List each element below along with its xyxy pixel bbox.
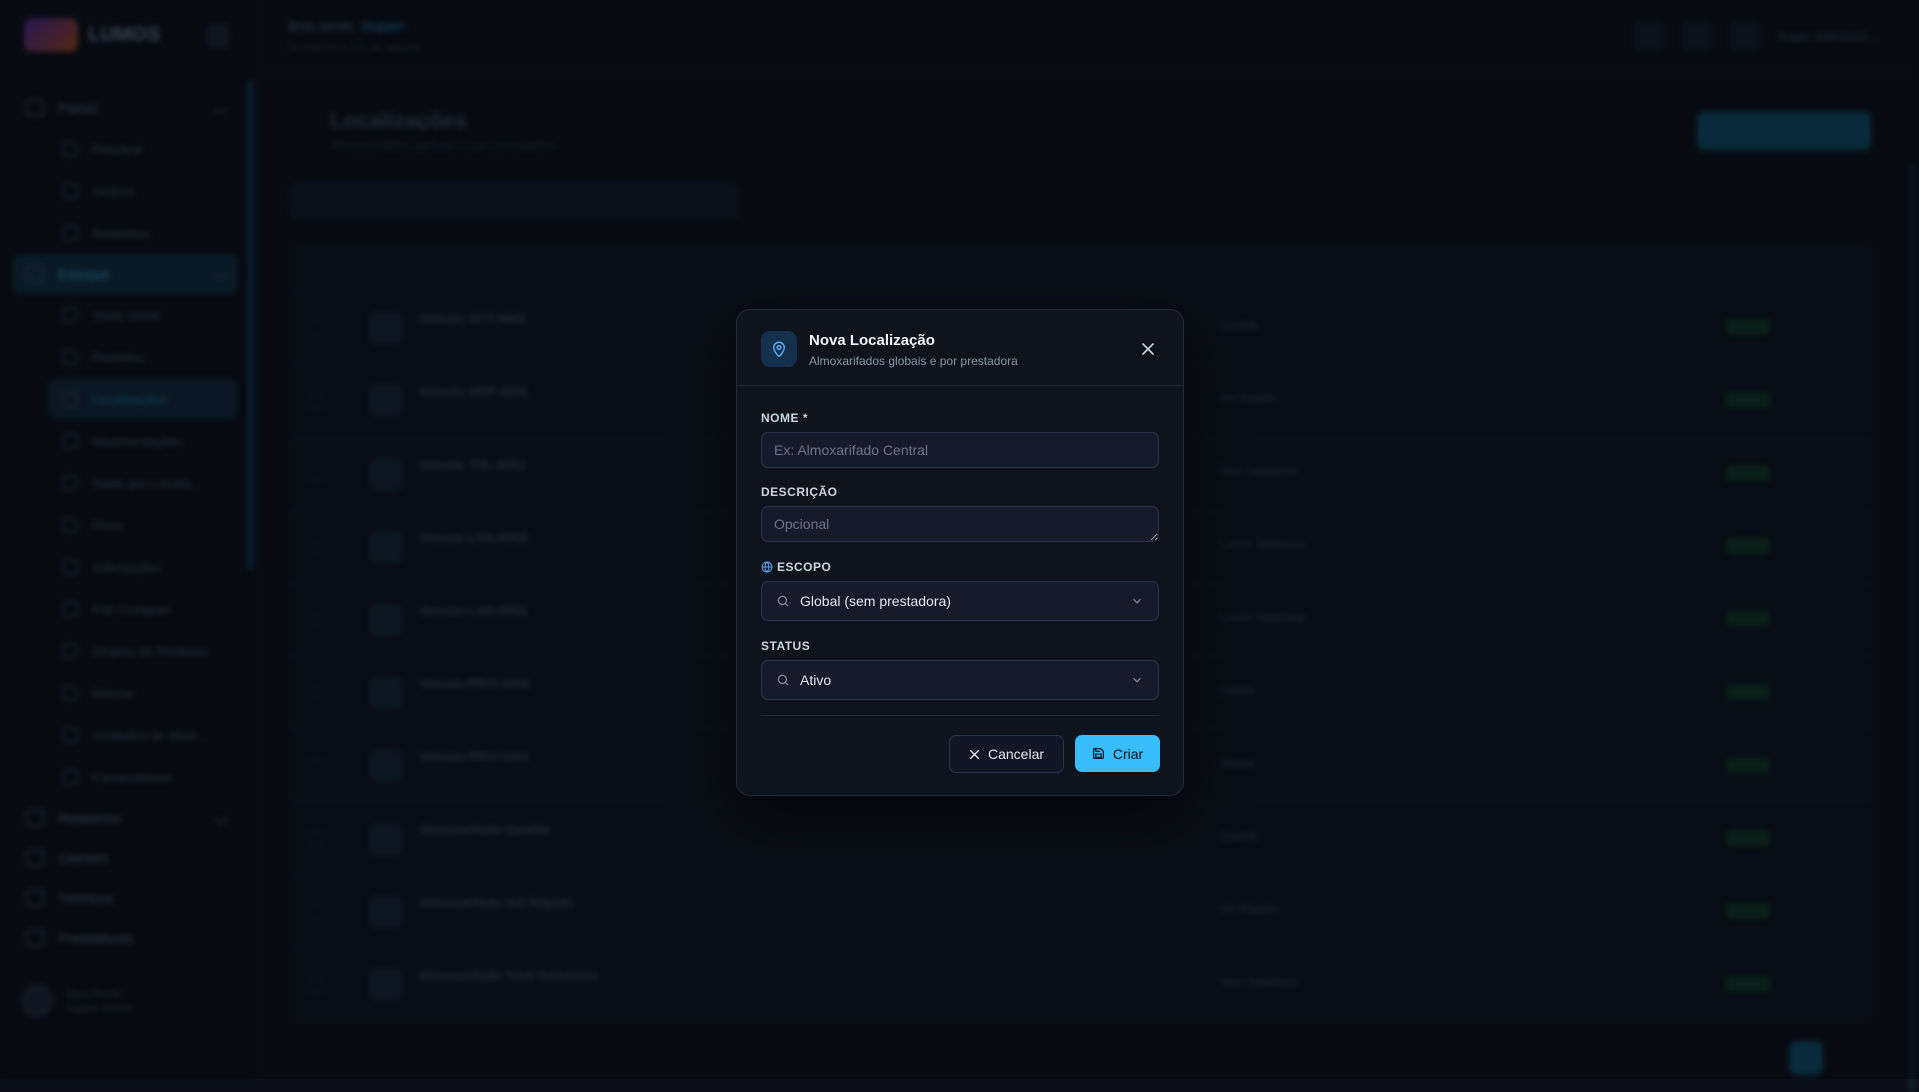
status-select[interactable]: Ativo: [761, 660, 1159, 700]
nome-input[interactable]: [761, 432, 1159, 468]
map-pin-icon: [761, 331, 797, 367]
modal-divider: [761, 715, 1159, 716]
cancel-button-label: Cancelar: [987, 746, 1045, 762]
globe-icon: [761, 561, 773, 573]
cancel-button[interactable]: Cancelar: [949, 735, 1064, 773]
escopo-label-wrap: ESCOPO: [761, 560, 831, 576]
modal-title: Nova Localização: [809, 332, 935, 349]
search-icon: [777, 674, 789, 686]
descricao-textarea[interactable]: [761, 506, 1159, 542]
chevron-down-icon: [1133, 598, 1141, 604]
descricao-label: DESCRIÇÃO: [761, 485, 838, 499]
nome-label: NOME *: [761, 411, 809, 425]
modal-header: Nova Localização Almoxarifados globais e…: [737, 310, 1183, 386]
escopo-value: Global (sem prestadora): [800, 593, 951, 609]
search-icon: [777, 595, 789, 607]
status-label: STATUS: [761, 639, 811, 653]
status-value: Ativo: [800, 672, 832, 688]
new-location-modal: Nova Localização Almoxarifados globais e…: [736, 309, 1184, 796]
modal-subtitle: Almoxarifados globais e por prestadora: [809, 354, 1018, 368]
close-icon[interactable]: [1137, 338, 1159, 360]
create-button[interactable]: Criar: [1075, 735, 1160, 772]
save-icon: [1092, 748, 1104, 759]
escopo-label: ESCOPO: [777, 560, 832, 574]
x-icon: [969, 749, 980, 759]
create-button-label: Criar: [1112, 745, 1144, 762]
chevron-down-icon: [1133, 677, 1141, 683]
escopo-select[interactable]: Global (sem prestadora): [761, 581, 1159, 621]
